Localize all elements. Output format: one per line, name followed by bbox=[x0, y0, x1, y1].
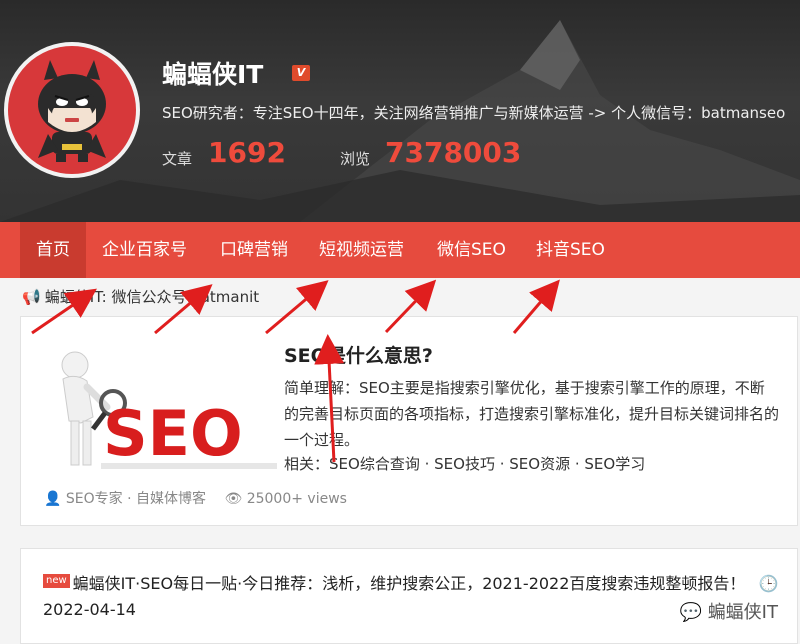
related-link[interactable]: SEO资源 bbox=[509, 455, 570, 473]
batman-avatar-icon bbox=[38, 60, 106, 162]
nav-baijiahao[interactable]: 企业百家号 bbox=[102, 222, 187, 278]
related-links: 相关：SEO综合查询 · SEO技巧 · SEO资源 · SEO学习 bbox=[284, 455, 646, 473]
post-views: 25000+ views bbox=[246, 491, 347, 507]
notice-bar: 📢 蝙蝠侠IT: 微信公众号 batmanit bbox=[22, 286, 259, 307]
site-name[interactable]: 蝙蝠侠IT bbox=[162, 55, 263, 91]
post-meta: 👤 SEO专家 · 自媒体博客 👁 25000+ views bbox=[44, 488, 347, 508]
nav-douyin-seo[interactable]: 抖音SEO bbox=[536, 222, 605, 278]
related-link[interactable]: SEO技巧 bbox=[434, 455, 495, 473]
post-author[interactable]: SEO专家 · 自媒体博客 bbox=[66, 491, 206, 507]
article-thumbnail[interactable]: SEO bbox=[41, 337, 281, 487]
articles-count: 1692 bbox=[208, 136, 286, 169]
post-excerpt: 简单理解：SEO主要是指搜索引擎优化，基于搜索引擎工作的原理，不断的完善目标页面… bbox=[284, 379, 780, 449]
article-card: SEO SEO是什么意思? 简单理解：SEO主要是指搜索引擎优化，基于搜索引擎工… bbox=[20, 316, 798, 526]
views-label: 浏览 bbox=[340, 150, 371, 168]
eye-icon: 👁 bbox=[224, 491, 243, 507]
nav-wechat-seo[interactable]: 微信SEO bbox=[437, 222, 506, 278]
verified-badge: V bbox=[292, 65, 310, 81]
watermark: 💬 蝙蝠侠IT bbox=[680, 598, 778, 624]
user-icon: 👤 bbox=[44, 491, 62, 507]
new-badge: new bbox=[43, 574, 70, 588]
notice-text[interactable]: 蝙蝠侠IT: 微信公众号 batmanit bbox=[45, 288, 259, 306]
site-intro: SEO研究者：专注SEO十四年，关注网络营销推广与新媒体运营 -> 个人微信号：… bbox=[162, 104, 786, 122]
clock-icon: 🕒 bbox=[758, 574, 779, 593]
seo-figure-icon: SEO bbox=[61, 351, 277, 470]
wechat-icon: 💬 bbox=[679, 602, 702, 623]
daily-card: new 蝙蝠侠IT·SEO每日一贴·今日推荐：浅析，维护搜索公正，2021-202… bbox=[20, 548, 798, 644]
nav-home[interactable]: 首页 bbox=[20, 222, 86, 278]
daily-post[interactable]: new 蝙蝠侠IT·SEO每日一贴·今日推荐：浅析，维护搜索公正，2021-202… bbox=[43, 571, 783, 623]
watermark-text: 蝙蝠侠IT bbox=[707, 602, 778, 623]
daily-title[interactable]: 蝙蝠侠IT·SEO每日一贴·今日推荐：浅析，维护搜索公正，2021-2022百度… bbox=[73, 574, 746, 593]
related-label: 相关： bbox=[284, 455, 330, 473]
nav-word-of-mouth[interactable]: 口碑营销 bbox=[220, 222, 288, 278]
views-count: 7378003 bbox=[385, 136, 522, 169]
articles-label: 文章 bbox=[162, 150, 193, 168]
megaphone-icon: 📢 bbox=[22, 288, 41, 306]
header-banner: 蝙蝠侠IT V SEO研究者：专注SEO十四年，关注网络营销推广与新媒体运营 -… bbox=[0, 0, 800, 222]
nav-short-video[interactable]: 短视频运营 bbox=[319, 222, 404, 278]
daily-date: 2022-04-14 bbox=[43, 600, 136, 619]
main-nav: 首页 企业百家号 口碑营销 短视频运营 微信SEO 抖音SEO bbox=[0, 222, 800, 278]
related-link[interactable]: SEO学习 bbox=[584, 455, 645, 473]
related-link[interactable]: SEO综合查询 bbox=[329, 455, 420, 473]
thumb-seo-text: SEO bbox=[103, 397, 243, 470]
avatar[interactable] bbox=[4, 42, 140, 178]
post-title[interactable]: SEO是什么意思? bbox=[284, 341, 433, 368]
